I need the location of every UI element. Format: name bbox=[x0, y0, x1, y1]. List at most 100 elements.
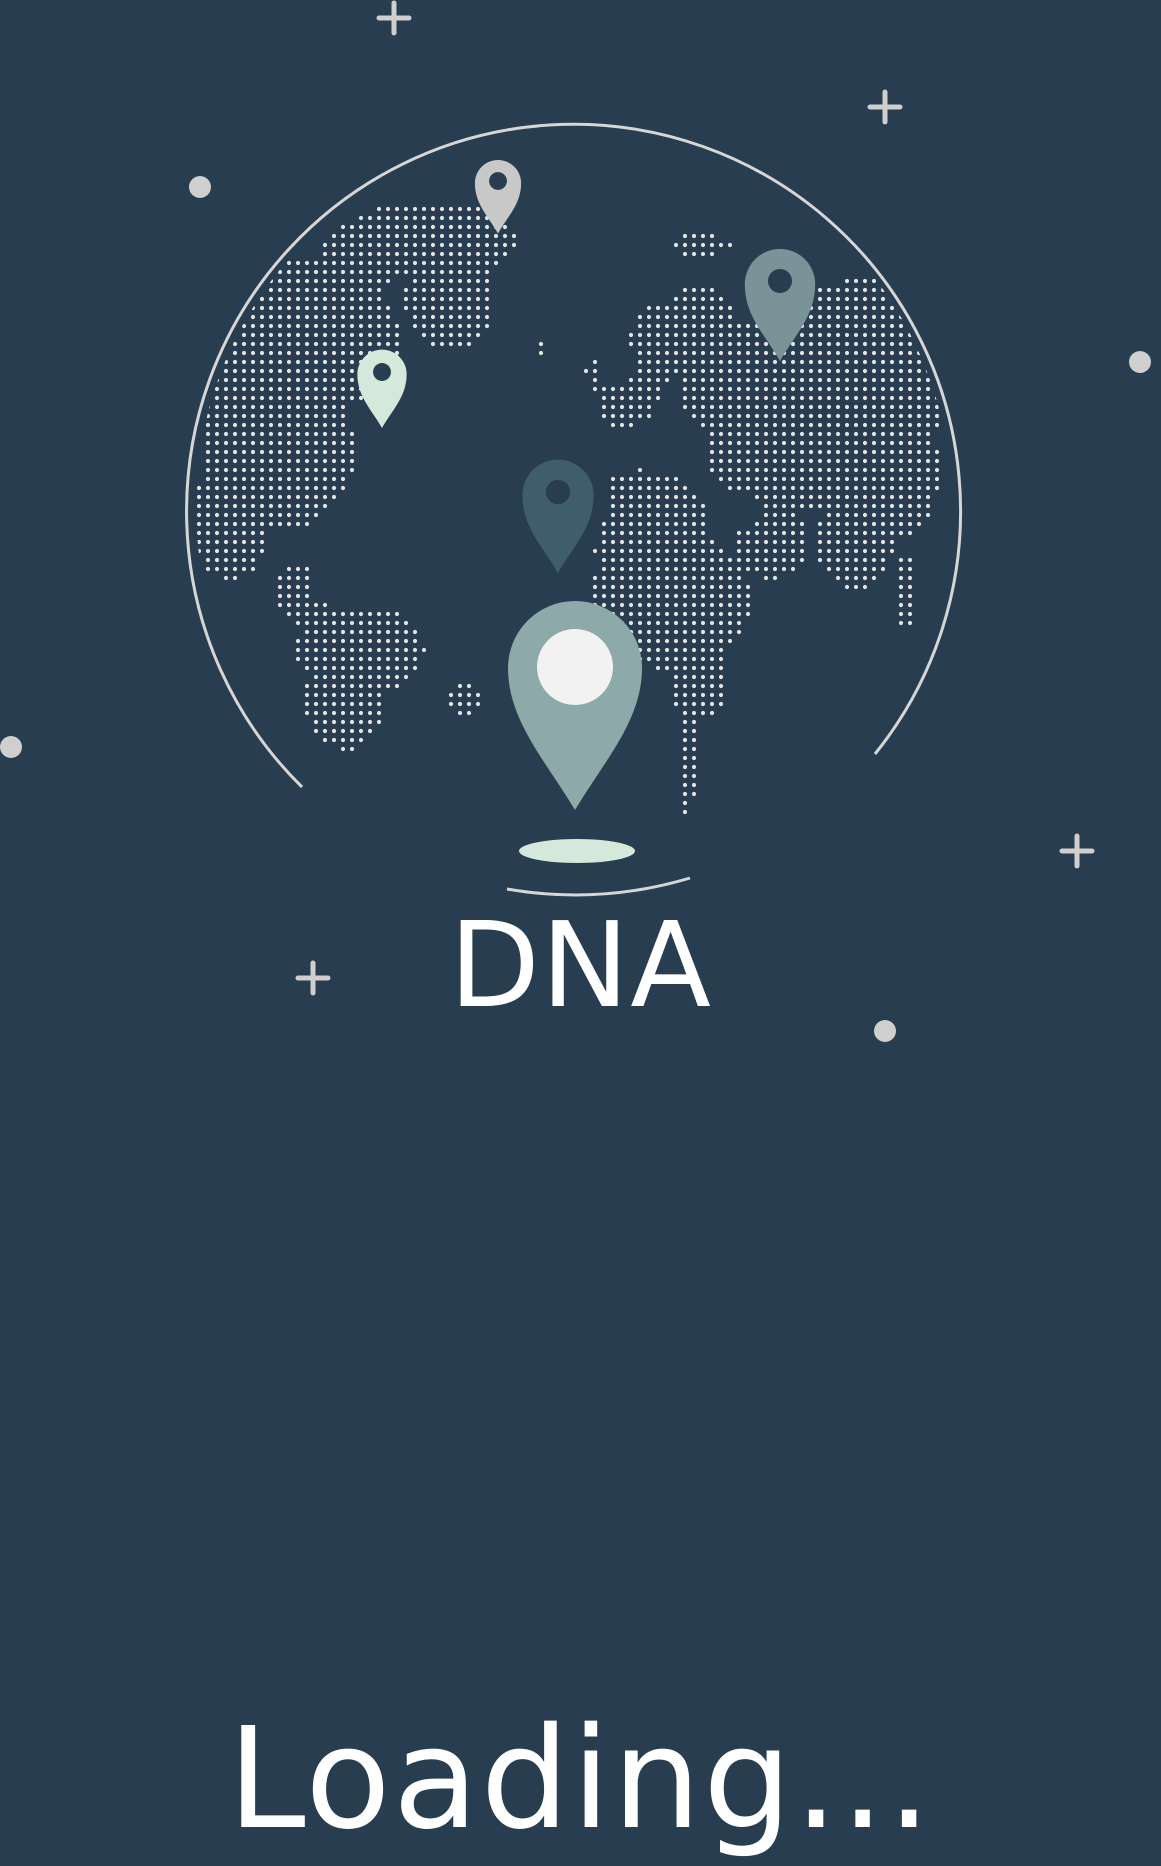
map-dot bbox=[592, 548, 598, 554]
map-dot bbox=[403, 638, 409, 644]
map-dot bbox=[610, 386, 616, 392]
map-dot bbox=[871, 305, 877, 311]
map-dot bbox=[241, 377, 247, 383]
map-dot bbox=[259, 494, 265, 500]
map-dot bbox=[844, 332, 850, 338]
map-dot bbox=[403, 629, 409, 635]
map-dot bbox=[637, 476, 643, 482]
map-dot bbox=[331, 494, 337, 500]
map-dot bbox=[331, 701, 337, 707]
map-dot bbox=[646, 602, 652, 608]
map-dot bbox=[691, 377, 697, 383]
map-dot bbox=[322, 341, 328, 347]
map-dot bbox=[880, 395, 886, 401]
map-dot bbox=[331, 305, 337, 311]
map-dot bbox=[412, 269, 418, 275]
map-dot bbox=[457, 683, 463, 689]
map-dot bbox=[394, 206, 400, 212]
map-dot bbox=[736, 341, 742, 347]
map-dot bbox=[412, 647, 418, 653]
map-dot bbox=[655, 620, 661, 626]
map-dot bbox=[772, 467, 778, 473]
map-dot bbox=[223, 386, 229, 392]
map-dot bbox=[673, 683, 679, 689]
map-dot bbox=[871, 458, 877, 464]
map-dot bbox=[637, 566, 643, 572]
map-dot bbox=[817, 458, 823, 464]
map-dot bbox=[673, 602, 679, 608]
map-dot bbox=[682, 593, 688, 599]
map-dot bbox=[862, 494, 868, 500]
map-dot bbox=[367, 692, 373, 698]
map-dot bbox=[313, 377, 319, 383]
map-dot bbox=[655, 548, 661, 554]
map-dot bbox=[232, 368, 238, 374]
map-dot bbox=[700, 233, 706, 239]
map-dot bbox=[223, 296, 229, 302]
map-dot bbox=[385, 251, 391, 257]
map-dot bbox=[358, 728, 364, 734]
map-dot bbox=[277, 395, 283, 401]
map-dot bbox=[331, 467, 337, 473]
map-dot bbox=[691, 395, 697, 401]
map-dot bbox=[259, 314, 265, 320]
map-dot bbox=[367, 647, 373, 653]
map-dot bbox=[340, 305, 346, 311]
map-dot bbox=[898, 494, 904, 500]
map-dot bbox=[754, 413, 760, 419]
map-dot bbox=[286, 377, 292, 383]
map-dot bbox=[844, 530, 850, 536]
map-dot bbox=[682, 503, 688, 509]
map-dot bbox=[754, 332, 760, 338]
map-dot bbox=[205, 431, 211, 437]
map-dot bbox=[880, 566, 886, 572]
map-dot bbox=[700, 350, 706, 356]
map-dot bbox=[709, 341, 715, 347]
map-dot bbox=[403, 656, 409, 662]
map-dot bbox=[322, 368, 328, 374]
map-dot bbox=[313, 287, 319, 293]
map-dot bbox=[646, 557, 652, 563]
map-dot bbox=[223, 530, 229, 536]
map-dot bbox=[295, 566, 301, 572]
map-dot bbox=[331, 683, 337, 689]
map-dot bbox=[889, 449, 895, 455]
map-dot bbox=[286, 584, 292, 590]
map-dot bbox=[691, 494, 697, 500]
map-dot bbox=[466, 305, 472, 311]
map-dot bbox=[295, 440, 301, 446]
map-dot bbox=[799, 440, 805, 446]
map-dot bbox=[241, 413, 247, 419]
map-dot bbox=[727, 620, 733, 626]
map-dot bbox=[691, 584, 697, 590]
map-dot bbox=[205, 530, 211, 536]
map-dot bbox=[331, 638, 337, 644]
map-dot bbox=[196, 350, 202, 356]
map-dot bbox=[646, 539, 652, 545]
map-dot bbox=[673, 575, 679, 581]
map-dot bbox=[367, 305, 373, 311]
map-dot bbox=[718, 314, 724, 320]
map-dot bbox=[736, 359, 742, 365]
map-dot bbox=[772, 404, 778, 410]
map-dot bbox=[646, 485, 652, 491]
map-dot bbox=[376, 305, 382, 311]
map-dot bbox=[412, 260, 418, 266]
map-dot bbox=[250, 494, 256, 500]
map-dot bbox=[205, 485, 211, 491]
map-dot bbox=[430, 305, 436, 311]
map-dot bbox=[799, 548, 805, 554]
map-dot bbox=[898, 449, 904, 455]
map-dot bbox=[889, 386, 895, 392]
map-dot bbox=[358, 701, 364, 707]
map-dot bbox=[691, 656, 697, 662]
map-dot bbox=[736, 368, 742, 374]
map-dot bbox=[709, 539, 715, 545]
map-dot bbox=[223, 566, 229, 572]
map-dot bbox=[637, 368, 643, 374]
map-dot bbox=[349, 350, 355, 356]
map-dot bbox=[205, 440, 211, 446]
map-dot bbox=[871, 332, 877, 338]
map-dot bbox=[340, 611, 346, 617]
map-dot bbox=[718, 647, 724, 653]
